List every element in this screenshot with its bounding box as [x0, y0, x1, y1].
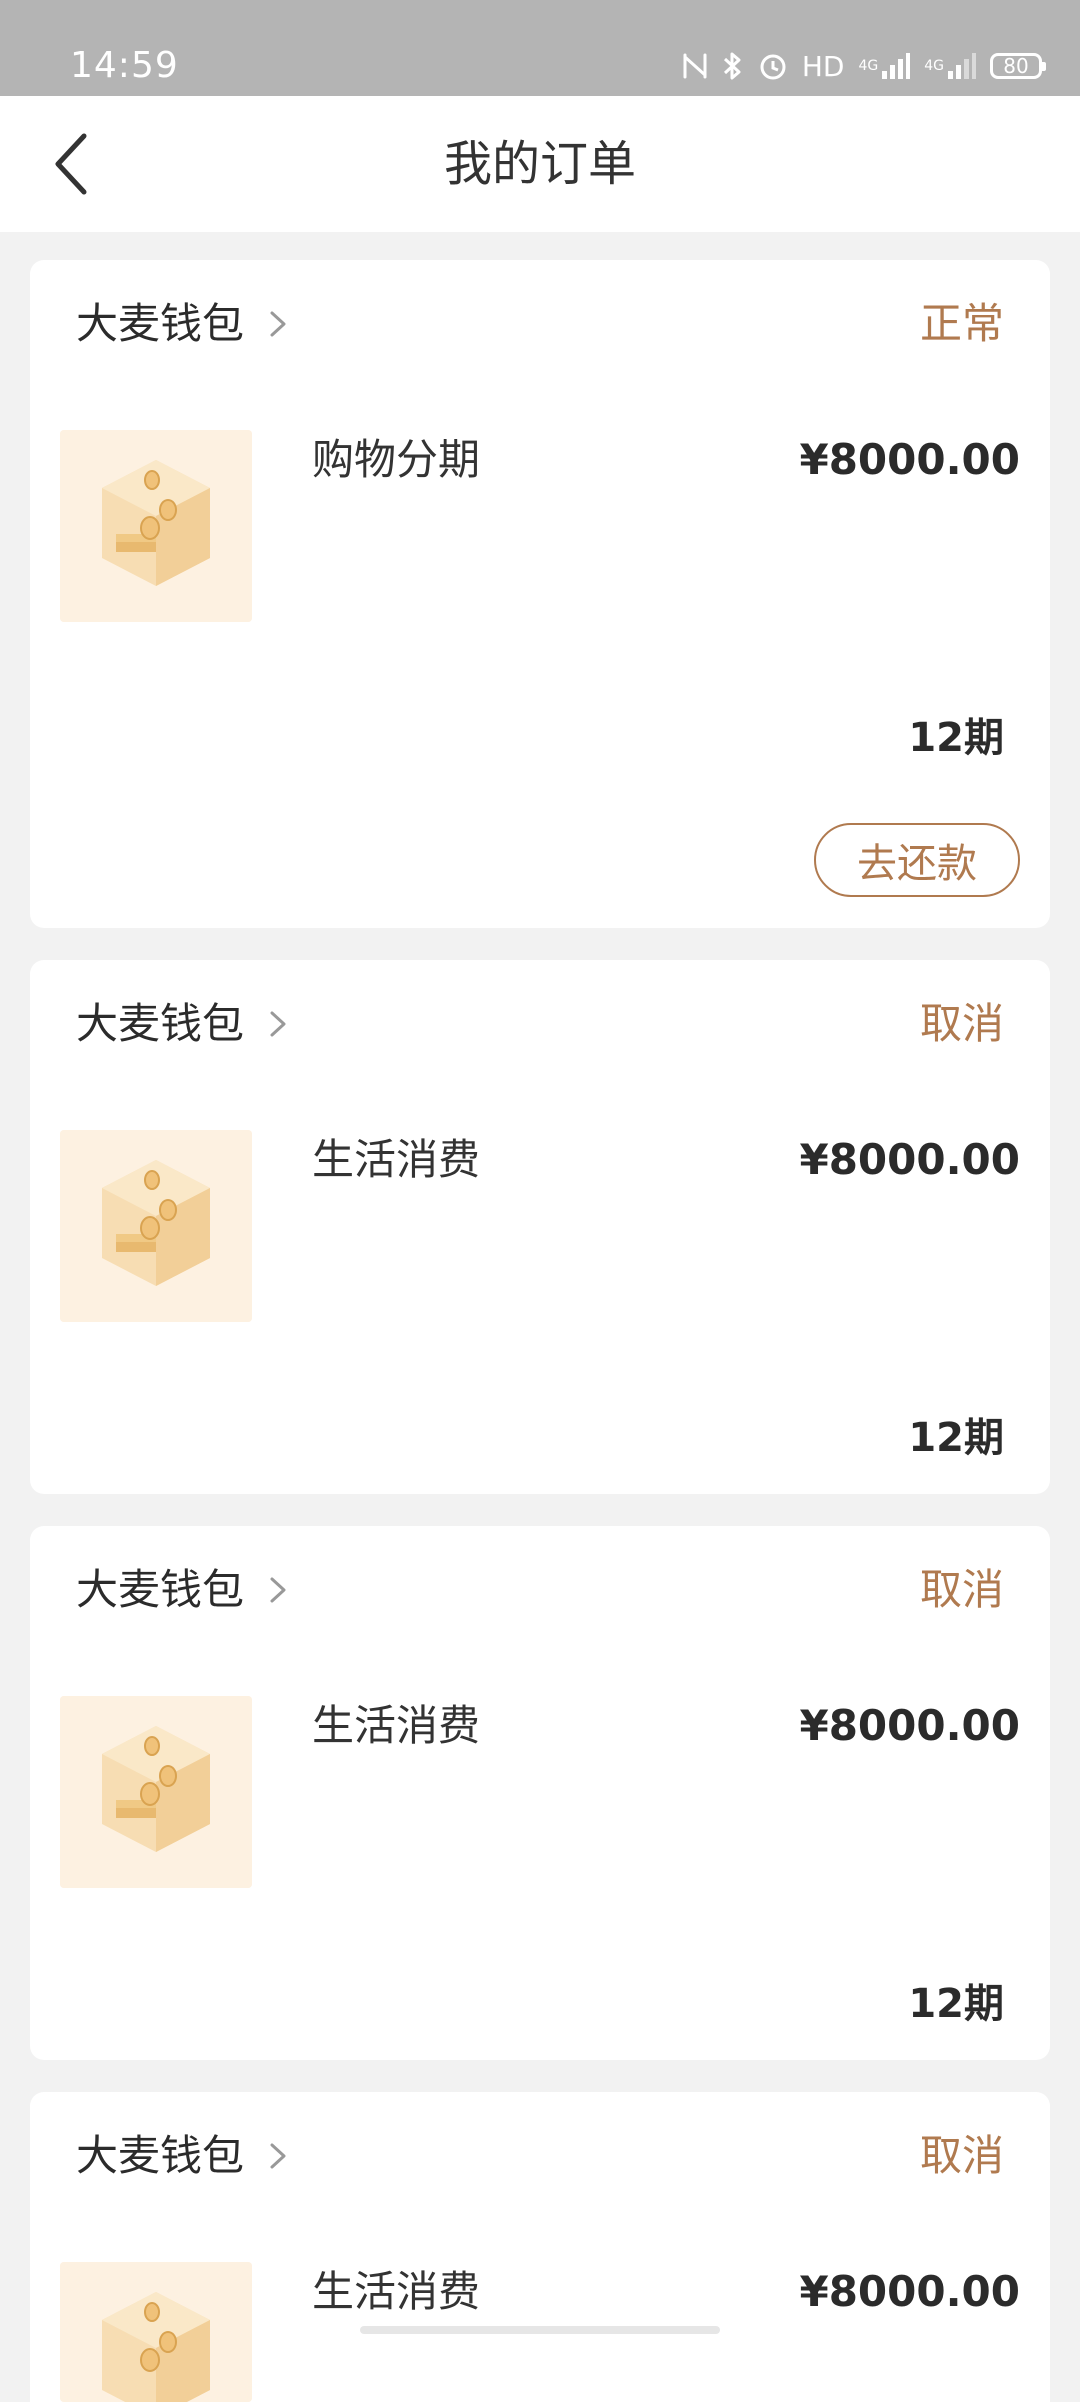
product-thumbnail: [60, 2262, 252, 2402]
order-status: 正常: [919, 299, 1004, 348]
nfc-icon: [682, 46, 708, 86]
shop-link[interactable]: 大麦钱包: [76, 296, 292, 352]
chevron-right-icon: [264, 310, 292, 338]
signal-icon-1: 4G: [858, 46, 911, 86]
hd-icon: HD: [801, 49, 845, 83]
bluetooth-icon: [722, 46, 744, 86]
item-price: ¥8000.00: [799, 2267, 1020, 2316]
shop-link[interactable]: 大麦钱包: [76, 2128, 292, 2184]
product-thumbnail: [60, 1130, 252, 1322]
shop-name: 大麦钱包: [76, 2131, 245, 2180]
coin-box-icon: [60, 1696, 252, 1888]
order-card[interactable]: 大麦钱包 正常 购物分期 ¥8000.00 12期 去还款: [30, 260, 1050, 928]
home-indicator[interactable]: [360, 2326, 720, 2334]
order-card[interactable]: 大麦钱包 取消 生活消费 ¥8000.00 12期: [30, 960, 1050, 1494]
chevron-right-icon: [264, 1010, 292, 1038]
order-status: 取消: [919, 2131, 1004, 2180]
network-label-2: 4G: [924, 58, 944, 74]
network-label-1: 4G: [858, 58, 879, 74]
item-price: ¥8000.00: [799, 1135, 1020, 1184]
alarm-icon: [758, 46, 788, 86]
chevron-right-icon: [264, 1576, 292, 1604]
installment-periods: 12期: [908, 1415, 1004, 1461]
page-title: 我的订单: [443, 136, 636, 192]
product-thumbnail: [60, 430, 252, 622]
battery-icon: 80: [990, 53, 1046, 79]
product-thumbnail: [60, 1696, 252, 1888]
order-list: 大麦钱包 正常 购物分期 ¥8000.00 12期 去还款 大麦钱包 取消 生活…: [30, 260, 1050, 2402]
shop-name: 大麦钱包: [76, 999, 245, 1048]
item-name: 生活消费: [312, 2267, 481, 2316]
item-price: ¥8000.00: [799, 1701, 1020, 1750]
shop-name: 大麦钱包: [76, 299, 245, 348]
shop-link[interactable]: 大麦钱包: [76, 996, 292, 1052]
status-bar: 14:59 HD 4G 4G 80: [0, 0, 1080, 96]
coin-box-icon: [60, 430, 252, 622]
item-price: ¥8000.00: [799, 435, 1020, 484]
item-name: 生活消费: [312, 1135, 481, 1184]
order-card[interactable]: 大麦钱包 取消 生活消费 ¥8000.00 12期: [30, 1526, 1050, 2060]
signal-icon-2: 4G: [924, 46, 976, 86]
coin-box-icon: [60, 1130, 252, 1322]
item-name: 购物分期: [312, 435, 481, 484]
installment-periods: 12期: [908, 715, 1004, 761]
order-card[interactable]: 大麦钱包 取消 生活消费 ¥8000.00: [30, 2092, 1050, 2402]
item-name: 生活消费: [312, 1701, 481, 1750]
coin-box-icon: [60, 2262, 252, 2402]
nav-bar: 我的订单: [0, 96, 1080, 232]
status-time: 14:59: [70, 45, 179, 86]
repay-button[interactable]: 去还款: [814, 823, 1020, 897]
shop-name: 大麦钱包: [76, 1565, 245, 1614]
chevron-right-icon: [264, 2142, 292, 2170]
shop-link[interactable]: 大麦钱包: [76, 1562, 292, 1618]
order-status: 取消: [919, 999, 1004, 1048]
status-icons: HD 4G 4G 80: [682, 44, 1046, 88]
order-status: 取消: [919, 1565, 1004, 1614]
installment-periods: 12期: [908, 1981, 1004, 2027]
